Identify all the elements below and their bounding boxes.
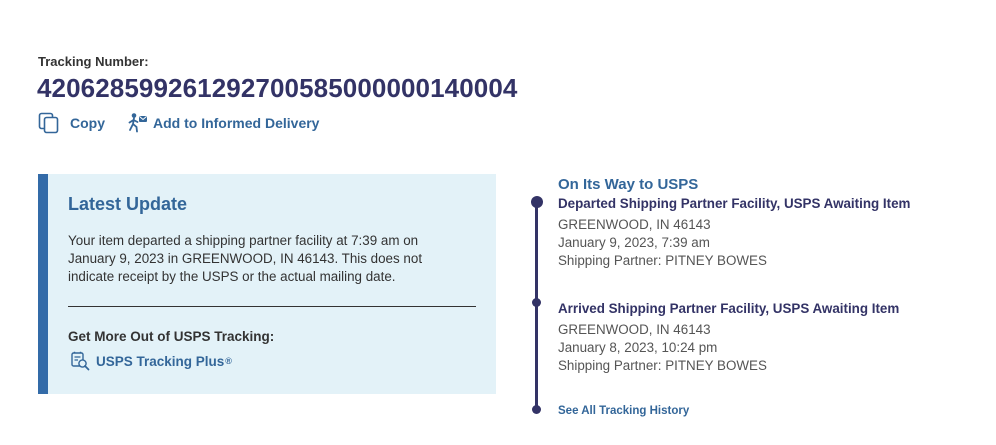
latest-update-title: Latest Update: [68, 194, 188, 214]
latest-update-text: Your item departed a shipping partner fa…: [68, 233, 423, 284]
see-all-tracking-history-link[interactable]: See All Tracking History: [558, 405, 689, 417]
tracking-actions: Copy Add to Informed Delivery: [38, 112, 319, 134]
status-heading: On Its Way to USPS: [558, 176, 699, 193]
registered-mark: ®: [225, 356, 232, 366]
usps-tracking-plus-link[interactable]: USPS Tracking Plus ®: [70, 351, 232, 371]
event-partner: Shipping Partner: PITNEY BOWES: [558, 253, 767, 268]
event-title: Departed Shipping Partner Facility, USPS…: [558, 196, 911, 211]
add-to-informed-delivery-link[interactable]: Add to Informed Delivery: [127, 112, 319, 134]
tracking-plus-label: USPS Tracking Plus: [96, 353, 225, 369]
event-partner: Shipping Partner: PITNEY BOWES: [558, 358, 767, 373]
event-location: GREENWOOD, IN 46143: [558, 322, 711, 337]
tracking-event: Arrived Shipping Partner Facility, USPS …: [558, 301, 899, 375]
tracking-number: 420628599261292700585000000140004: [37, 73, 518, 103]
copy-icon: [38, 112, 59, 134]
timeline-dot: [531, 196, 543, 208]
more-tracking-title: Get More Out of USPS Tracking:: [68, 329, 275, 344]
event-location: GREENWOOD, IN 46143: [558, 217, 711, 232]
informed-delivery-label: Add to Informed Delivery: [153, 115, 320, 131]
tracking-plus-icon: [71, 351, 90, 371]
event-datetime: January 8, 2023, 10:24 pm: [558, 340, 718, 355]
timeline-dot: [532, 298, 541, 307]
event-title: Arrived Shipping Partner Facility, USPS …: [558, 301, 900, 316]
event-datetime: January 9, 2023, 7:39 am: [558, 235, 710, 250]
tracking-number-label: Tracking Number:: [38, 54, 149, 69]
card-divider: [68, 306, 476, 307]
copy-label: Copy: [70, 115, 105, 131]
latest-update-card: Latest Update Your item departed a shipp…: [38, 174, 496, 394]
tracking-event: Departed Shipping Partner Facility, USPS…: [558, 196, 910, 270]
informed-delivery-icon: [128, 113, 147, 133]
timeline-dot: [532, 405, 541, 414]
copy-button[interactable]: Copy: [38, 112, 105, 134]
